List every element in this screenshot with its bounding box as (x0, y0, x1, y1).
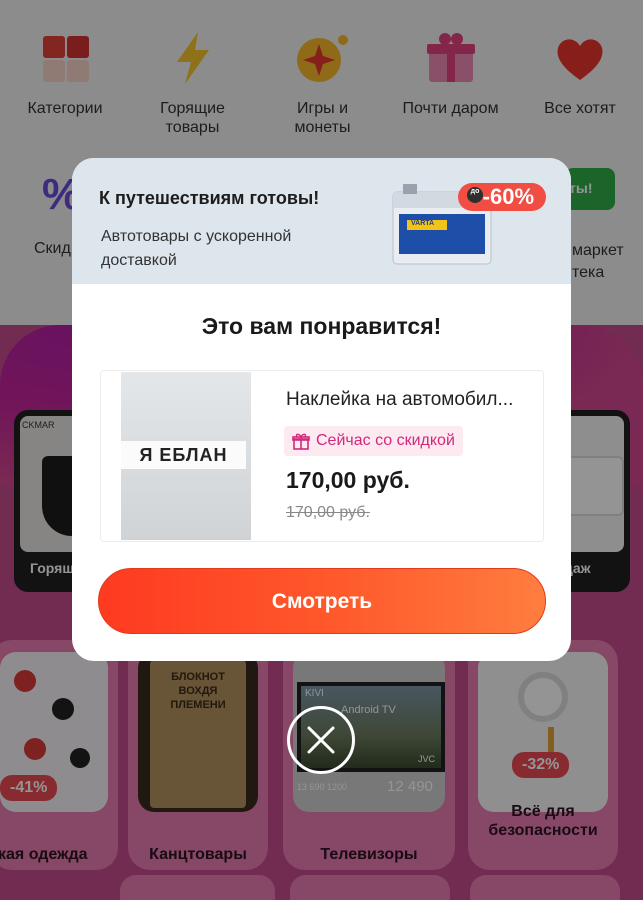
promo-banner[interactable]: К путешествиям готовы! Автотовары с уско… (72, 158, 571, 284)
modal-title: Это вам понравится! (201, 313, 442, 339)
product-old-price: 170,00 руб. (286, 504, 370, 521)
battery-brand: VARTA (411, 220, 435, 227)
product-price: 170,00 руб. (286, 467, 410, 493)
close-button[interactable] (287, 706, 355, 774)
deal-label: Сейчас со скидкой (316, 432, 455, 449)
deal-badge: Сейчас со скидкой (284, 426, 463, 456)
banner-title: К путешествиям готовы! (99, 188, 320, 208)
product-image-text: Я ЕБЛАН (121, 441, 246, 469)
banner-subtitle: Автотовары с ускоренной доставкой (101, 228, 292, 269)
promo-discount-badge: до -60% (458, 183, 546, 211)
promo-prefix: до (467, 187, 483, 203)
promo-value: -60% (482, 184, 534, 209)
product-card[interactable]: Я ЕБЛАН Наклейка на автомобил... Сейчас … (100, 370, 544, 542)
product-name: Наклейка на автомобил... (286, 389, 514, 410)
view-button[interactable]: Смотреть (98, 568, 546, 634)
product-image: Я ЕБЛАН (121, 372, 251, 540)
recommendation-modal: К путешествиям готовы! Автотовары с уско… (72, 158, 571, 661)
close-icon (307, 726, 335, 754)
gift-icon (292, 433, 310, 450)
